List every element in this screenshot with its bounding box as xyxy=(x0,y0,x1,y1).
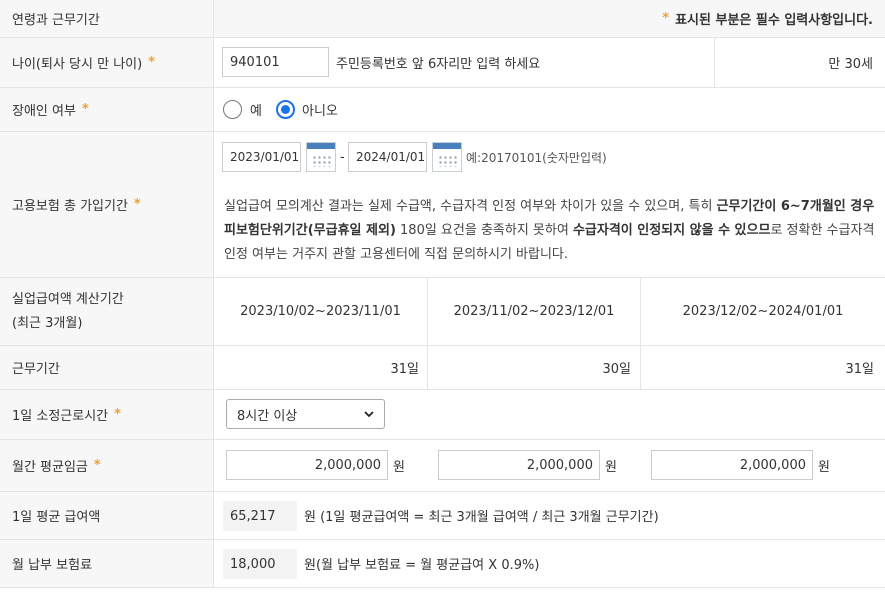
age-label: 나이(퇴사 당시 만 나이) * xyxy=(0,38,214,87)
wage-input[interactable]: 2,000,000 xyxy=(651,450,813,480)
hours-row: 1일 소정근로시간 * 8시간 이상 xyxy=(0,390,885,440)
required-star: * xyxy=(133,197,141,212)
wage-unit: 원 xyxy=(818,460,830,475)
disabled-row: 장애인 여부 * 예 아니오 xyxy=(0,88,885,132)
period-row: 실업급여액 계산기간 (최근 3개월) 2023/10/02~2023/11/0… xyxy=(0,278,885,346)
wage-unit: 원 xyxy=(393,460,405,475)
date-dash: - xyxy=(340,149,345,165)
disabled-label: 장애인 여부 * xyxy=(0,88,214,131)
daily-benefit-label: 1일 평균 급여액 xyxy=(0,492,214,539)
wage-input[interactable]: 2,000,000 xyxy=(226,450,388,480)
wage-row: 월간 평균임금 * 2,000,000 원 2,000,000 원 2,000,0… xyxy=(0,440,885,492)
age-result: 만 30세 xyxy=(828,57,873,72)
premium-row: 월 납부 보험료 18,000 원(월 납부 보험료 = 월 평균급여 X 0.… xyxy=(0,540,885,588)
period-label: 실업급여액 계산기간 (최근 3개월) xyxy=(0,278,214,345)
birthdate-input[interactable]: 940101 xyxy=(222,47,329,77)
insurance-label: 고용보험 총 가입기간 * xyxy=(0,132,214,277)
workdays-row: 근무기간 31일 30일 31일 xyxy=(0,346,885,390)
section-title: 연령과 근무기간 xyxy=(0,0,214,37)
insurance-notice: 실업급여 모의계산 결과는 실제 수급액, 수급자격 인정 여부와 차이가 있을… xyxy=(224,199,875,262)
calendar-icon[interactable] xyxy=(432,142,462,172)
insurance-row: 고용보험 총 가입기간 * 2023/01/01 - 2024/01/01 예:2… xyxy=(0,132,885,278)
workdays-value: 31일 xyxy=(390,362,419,377)
age-row: 나이(퇴사 당시 만 나이) * 940101 주민등록번호 앞 6자리만 입력 … xyxy=(0,38,885,88)
birthdate-hint: 주민등록번호 앞 6자리만 입력 하세요 xyxy=(336,57,541,72)
premium-label: 월 납부 보험료 xyxy=(0,540,214,587)
required-note: * 표시된 부분은 필수 입력사항입니다. xyxy=(662,11,873,28)
premium-value: 18,000 xyxy=(223,549,297,579)
required-star: * xyxy=(93,458,101,473)
period-range: 2023/12/02~2024/01/01 xyxy=(682,304,844,319)
radio-yes[interactable] xyxy=(223,100,242,119)
workdays-value: 31일 xyxy=(845,362,874,377)
chevron-down-icon xyxy=(364,410,374,417)
date-example: 예:20170101(숫자만입력) xyxy=(466,150,607,165)
radio-no-label: 아니오 xyxy=(302,104,338,119)
daily-benefit-formula: 원 (1일 평균급여액 = 최근 3개월 급여액 / 최근 3개월 근무기간) xyxy=(304,510,659,525)
form-header-row: 연령과 근무기간 * 표시된 부분은 필수 입력사항입니다. xyxy=(0,0,885,38)
end-date-input[interactable]: 2024/01/01 xyxy=(348,142,427,172)
hours-label: 1일 소정근로시간 * xyxy=(0,390,214,439)
daily-benefit-value: 65,217 xyxy=(223,501,297,531)
required-star: * xyxy=(81,102,89,117)
required-star: * xyxy=(114,407,121,422)
workdays-value: 30일 xyxy=(602,362,631,377)
required-star: * xyxy=(662,11,670,26)
divider xyxy=(714,38,715,87)
period-range: 2023/10/02~2023/11/01 xyxy=(240,304,401,319)
work-hours-select[interactable]: 8시간 이상 xyxy=(226,399,385,429)
premium-formula: 원(월 납부 보험료 = 월 평균급여 X 0.9%) xyxy=(304,558,540,573)
daily-benefit-row: 1일 평균 급여액 65,217 원 (1일 평균급여액 = 최근 3개월 급여… xyxy=(0,492,885,540)
radio-yes-label: 예 xyxy=(250,104,262,119)
calendar-icon[interactable] xyxy=(306,142,336,172)
period-range: 2023/11/02~2023/12/01 xyxy=(453,304,615,319)
radio-no[interactable] xyxy=(276,100,295,119)
wage-unit: 원 xyxy=(605,460,617,475)
required-star: * xyxy=(148,55,155,70)
wage-input[interactable]: 2,000,000 xyxy=(438,450,600,480)
start-date-input[interactable]: 2023/01/01 xyxy=(222,142,301,172)
wage-label: 월간 평균임금 * xyxy=(0,440,214,491)
workdays-label: 근무기간 xyxy=(0,346,214,389)
